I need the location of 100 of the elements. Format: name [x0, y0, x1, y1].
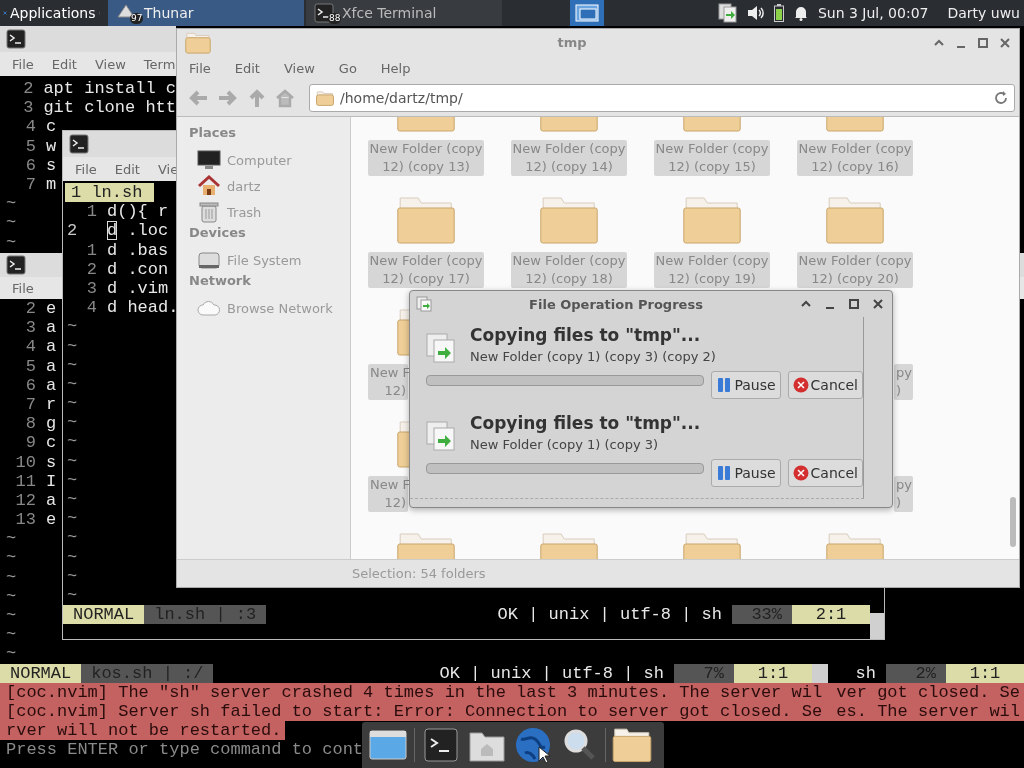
- menu-item[interactable]: Edit: [51, 56, 77, 72]
- empty-line-marker: ~: [67, 566, 78, 586]
- file-label[interactable]: New Folder (copy 12) (copy 13): [367, 140, 485, 176]
- code-line: d .con: [107, 259, 169, 279]
- error-message: es. The server wil: [836, 701, 1020, 722]
- file-label[interactable]: New Folder (copy 12) (copy 20): [796, 252, 914, 288]
- empty-line-marker: ~: [67, 317, 78, 337]
- line-number: 3: [24, 318, 36, 338]
- menu-item[interactable]: View: [283, 60, 315, 76]
- terminal-icon[interactable]: [421, 725, 461, 765]
- buffer-tab[interactable]: 1 ln.sh: [65, 183, 155, 203]
- sidebar-item[interactable]: Browse Network: [177, 295, 350, 321]
- code-line: d(){ r: [107, 202, 169, 222]
- file-label[interactable]: New Folder (copy 12) (copy 15): [653, 140, 771, 176]
- trash-icon: [197, 201, 221, 223]
- menu-item[interactable]: Edit: [114, 161, 140, 177]
- code-line: a: [46, 490, 57, 511]
- menu-item[interactable]: View: [94, 56, 126, 72]
- empty-line-marker: ~: [67, 528, 78, 548]
- file-label[interactable]: New Folder (copy 12) (copy 14): [510, 140, 628, 176]
- computer-icon: [197, 149, 221, 171]
- line-number: 1: [85, 240, 97, 260]
- line-number: 5: [24, 136, 36, 156]
- scrollbar-thumb[interactable]: [1010, 497, 1016, 547]
- close-icon[interactable]: [999, 36, 1011, 49]
- menu-item[interactable]: Edit: [234, 60, 260, 76]
- file-label[interactable]: New F 12): [368, 476, 408, 512]
- file-label[interactable]: New Folder (copy 12) (copy 18): [510, 252, 628, 288]
- pause-button[interactable]: Pause: [711, 459, 781, 487]
- task-badge: 88: [328, 13, 342, 24]
- code-line: git clone htt: [43, 98, 176, 118]
- code-line: a: [46, 337, 57, 357]
- user-name[interactable]: Darty uwu: [947, 5, 1020, 21]
- file-format-info: OK | unix | utf-8 | sh: [496, 605, 723, 625]
- clock[interactable]: Sun 3 Jul, 00:07: [817, 5, 929, 21]
- code-line: a: [46, 318, 57, 338]
- reload-icon[interactable]: [994, 91, 1008, 105]
- globe-icon[interactable]: [513, 725, 553, 765]
- line-number: 2: [85, 259, 97, 279]
- cursor-position: 1:1: [946, 663, 1024, 683]
- file-label[interactable]: py ): [894, 476, 913, 512]
- menu-item[interactable]: File: [75, 161, 97, 177]
- mode-indicator: NORMAL: [63, 605, 145, 625]
- line-number: 2: [24, 299, 36, 319]
- empty-line-marker: ~: [67, 394, 78, 414]
- sidebar-item[interactable]: Computer: [177, 147, 350, 173]
- home-icon: [197, 175, 221, 197]
- empty-line-marker: ~: [67, 374, 78, 395]
- copy-icon: [416, 296, 432, 312]
- maximize-icon[interactable]: [977, 36, 989, 49]
- scrollbar: [812, 663, 828, 683]
- menu-item[interactable]: File: [12, 56, 34, 72]
- command-prompt: Press ENTER or type command to cont: [5, 740, 364, 760]
- window-icon: [575, 4, 599, 22]
- code-line: g: [46, 414, 57, 434]
- file-label[interactable]: New Folder (copy 12) (copy 17): [367, 252, 485, 288]
- line-number: 7: [24, 174, 36, 195]
- menu-item[interactable]: Go: [338, 60, 357, 76]
- sidebar-item[interactable]: dartz: [177, 173, 350, 199]
- sidebar-heading: Network: [188, 273, 251, 290]
- cancel-icon: [792, 377, 809, 393]
- copy-icon[interactable]: [717, 3, 738, 23]
- code-line: d .vim: [107, 278, 169, 299]
- window-title: tmp: [556, 35, 588, 50]
- file-format-info: OK | unix | utf-8 | sh: [438, 663, 665, 683]
- code-line: d .loc: [107, 221, 169, 241]
- code-line: c: [46, 433, 57, 453]
- file-label[interactable]: New Folder (copy 12) (copy 19): [653, 252, 771, 288]
- applications-menu[interactable]: Applications: [0, 0, 106, 26]
- empty-line-marker: ~: [67, 547, 78, 567]
- menu-item[interactable]: File: [12, 280, 34, 296]
- code-line: m: [46, 174, 57, 195]
- close-icon[interactable]: [872, 298, 884, 310]
- sidebar-item[interactable]: Trash: [177, 199, 350, 225]
- file-label[interactable]: py ): [894, 364, 913, 400]
- empty-line-marker: ~: [67, 470, 78, 490]
- file-label[interactable]: New Folder (copy 12) (copy 16): [796, 140, 914, 176]
- empty-line-marker: ~: [6, 606, 17, 626]
- battery-icon[interactable]: [773, 4, 784, 22]
- line-number: 13: [14, 510, 36, 530]
- location-bar[interactable]: /home/dartz/tmp/: [309, 84, 1015, 112]
- code-line: a: [46, 375, 57, 395]
- code-line: e: [46, 510, 57, 530]
- error-message: [coc.nvim] Server sh failed to start: Error: Connection to server got closed. Se: [6, 701, 823, 722]
- maximize-icon[interactable]: [848, 298, 860, 310]
- cancel-button[interactable]: Cancel: [787, 459, 863, 487]
- volume-icon[interactable]: [746, 5, 765, 21]
- empty-line-marker: ~: [67, 451, 78, 471]
- menu-item[interactable]: File: [189, 60, 211, 76]
- menu-item[interactable]: Help: [380, 60, 411, 76]
- line-number: 3: [22, 98, 34, 118]
- menu-item[interactable]: Term: [143, 56, 176, 72]
- cancel-button[interactable]: Cancel: [787, 371, 863, 399]
- code-line: a: [46, 356, 57, 376]
- workspace-switcher[interactable]: [570, 0, 604, 26]
- pause-button[interactable]: Pause: [711, 371, 781, 399]
- code-line: I: [46, 471, 57, 491]
- drive-icon: [197, 249, 221, 271]
- file-label[interactable]: New F 12): [368, 364, 408, 400]
- sidebar-item[interactable]: File System: [177, 247, 350, 273]
